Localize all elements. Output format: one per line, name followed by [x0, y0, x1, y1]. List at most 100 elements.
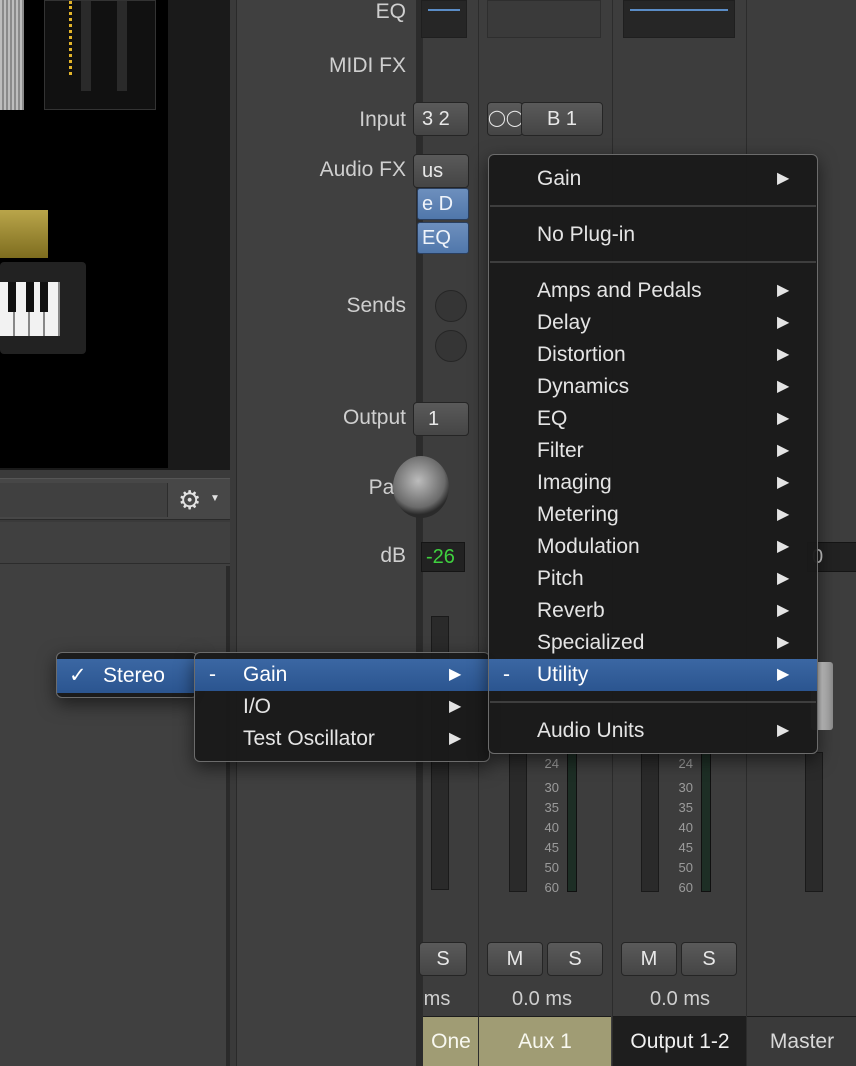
menu-item-category[interactable]: Specialized ▶ — [489, 627, 817, 659]
library-list — [0, 522, 230, 1066]
db-value: -26 — [426, 546, 455, 568]
library-search-field[interactable] — [0, 483, 168, 517]
submenu-arrow-icon: ▶ — [777, 602, 790, 619]
menu-item-test-oscillator[interactable]: Test Oscillator ▶ — [195, 723, 489, 755]
send-knob[interactable] — [435, 330, 467, 362]
chevron-down-icon[interactable]: ▼ — [210, 493, 220, 504]
track-name[interactable]: One — [423, 1016, 479, 1066]
menu-item-label: Amps and Pedals — [537, 279, 702, 302]
menu-item-label: Gain — [537, 167, 582, 190]
volume-fader[interactable] — [641, 752, 659, 892]
output-slot[interactable]: 1 — [413, 402, 469, 436]
label-db: dB — [380, 544, 406, 567]
menu-item-label: Distortion — [537, 343, 626, 366]
delay-readout: ms — [423, 988, 451, 1010]
submenu-arrow-icon: ▶ — [777, 442, 790, 459]
stereo-link-icon[interactable]: ◯◯ — [487, 102, 524, 136]
menu-item-category[interactable]: Delay ▶ — [489, 307, 817, 339]
menu-item-category[interactable]: Filter ▶ — [489, 435, 817, 467]
menu-item-category[interactable]: Amps and Pedals ▶ — [489, 275, 817, 307]
track-name[interactable]: Master — [747, 1016, 856, 1066]
scale-label: 45 — [678, 840, 693, 855]
menu-item-label: Gain — [243, 663, 288, 686]
menu-item-category[interactable]: Metering ▶ — [489, 499, 817, 531]
menu-item-category[interactable]: Reverb ▶ — [489, 595, 817, 627]
label-sends: Sends — [346, 294, 406, 317]
volume-fader[interactable] — [805, 752, 823, 892]
audio-fx-slot-2[interactable]: e D — [417, 188, 469, 220]
menu-item-gain-top[interactable]: Gain ▶ — [489, 163, 817, 195]
menu-separator — [490, 205, 816, 207]
menu-item-label: I/O — [243, 695, 272, 718]
mute-button[interactable]: M — [487, 942, 543, 976]
track-name[interactable]: Output 1-2 — [613, 1016, 747, 1066]
solo-button[interactable]: S — [419, 942, 467, 976]
menu-separator — [490, 261, 816, 263]
scale-label: 24 — [544, 756, 559, 771]
submenu-arrow-icon: ▶ — [777, 410, 790, 427]
delay-readout: 0.0 ms — [649, 988, 711, 1010]
input-slot[interactable]: B 1 — [521, 102, 603, 136]
db-readout: -26 — [421, 542, 465, 572]
menu-item-utility[interactable]: - Utility ▶ — [489, 659, 817, 691]
panel-divider[interactable] — [226, 566, 230, 1066]
format-menu: ✓ Stereo — [56, 652, 198, 698]
track-name[interactable]: Aux 1 — [479, 1016, 611, 1066]
keyboard-graphic — [0, 0, 24, 110]
menu-item-category[interactable]: Distortion ▶ — [489, 339, 817, 371]
submenu-arrow-icon: ▶ — [777, 570, 790, 587]
submenu-arrow-icon: ▶ — [777, 474, 790, 491]
menu-item-category[interactable]: EQ ▶ — [489, 403, 817, 435]
instrument-view — [0, 0, 168, 468]
menu-item-label: Filter — [537, 439, 584, 462]
scale-label: 45 — [544, 840, 559, 855]
menu-item-category[interactable]: Modulation ▶ — [489, 531, 817, 563]
menu-item-label: EQ — [537, 407, 568, 430]
library-toolbar: ⚙ ▼ — [0, 478, 230, 520]
scale-label: 50 — [678, 860, 693, 875]
eq-thumbnail[interactable] — [421, 0, 467, 38]
submenu-arrow-icon: ▶ — [777, 538, 790, 555]
level-meter — [701, 752, 711, 892]
input-slot[interactable]: 3 2 — [413, 102, 469, 136]
submenu-arrow-icon: ▶ — [777, 282, 790, 299]
volume-fader[interactable] — [509, 752, 527, 892]
menu-item-gain[interactable]: - Gain ▶ — [195, 659, 489, 691]
solo-button[interactable]: S — [547, 942, 603, 976]
menu-item-label: Delay — [537, 311, 591, 334]
label-eq: EQ — [375, 0, 406, 23]
menu-item-label: Test Oscillator — [243, 727, 375, 750]
send-knob[interactable] — [435, 290, 467, 322]
menu-item-label: Audio Units — [537, 719, 645, 742]
submenu-arrow-icon: ▶ — [777, 506, 790, 523]
label-audio-fx: Audio FX — [319, 158, 406, 181]
menu-item-label: Dynamics — [537, 375, 630, 398]
scale-label: 60 — [678, 880, 693, 895]
level-meter — [567, 752, 577, 892]
menu-item-label: Reverb — [537, 599, 605, 622]
amp-graphic — [0, 210, 48, 258]
audio-fx-slot-1[interactable]: us — [413, 154, 469, 188]
menu-item-stereo[interactable]: ✓ Stereo — [57, 659, 197, 693]
solo-button[interactable]: S — [681, 942, 737, 976]
menu-item-label: Metering — [537, 503, 619, 526]
mute-button[interactable]: M — [621, 942, 677, 976]
menu-item-label: Specialized — [537, 631, 645, 654]
audio-fx-slot-3[interactable]: EQ — [417, 222, 469, 254]
menu-item-category[interactable]: Imaging ▶ — [489, 467, 817, 499]
checkmark-icon: ✓ — [69, 664, 87, 687]
library-row[interactable] — [0, 522, 230, 564]
menu-item-io[interactable]: I/O ▶ — [195, 691, 489, 723]
plugin-menu: Gain ▶ No Plug-in Amps and Pedals ▶ Delay ▶… — [488, 154, 818, 754]
menu-item-category[interactable]: Pitch ▶ — [489, 563, 817, 595]
eq-thumbnail[interactable] — [623, 0, 735, 38]
piano-keys-graphic — [0, 262, 86, 354]
pan-knob[interactable] — [393, 456, 449, 518]
menu-item-category[interactable]: Dynamics ▶ — [489, 371, 817, 403]
menu-item-no-plugin[interactable]: No Plug-in — [489, 219, 817, 251]
eq-thumbnail[interactable] — [487, 0, 601, 38]
menu-item-audio-units[interactable]: Audio Units ▶ — [489, 715, 817, 747]
fader-graphic — [44, 0, 156, 110]
scale-label: 60 — [544, 880, 559, 895]
gear-icon[interactable]: ⚙ — [178, 485, 201, 515]
